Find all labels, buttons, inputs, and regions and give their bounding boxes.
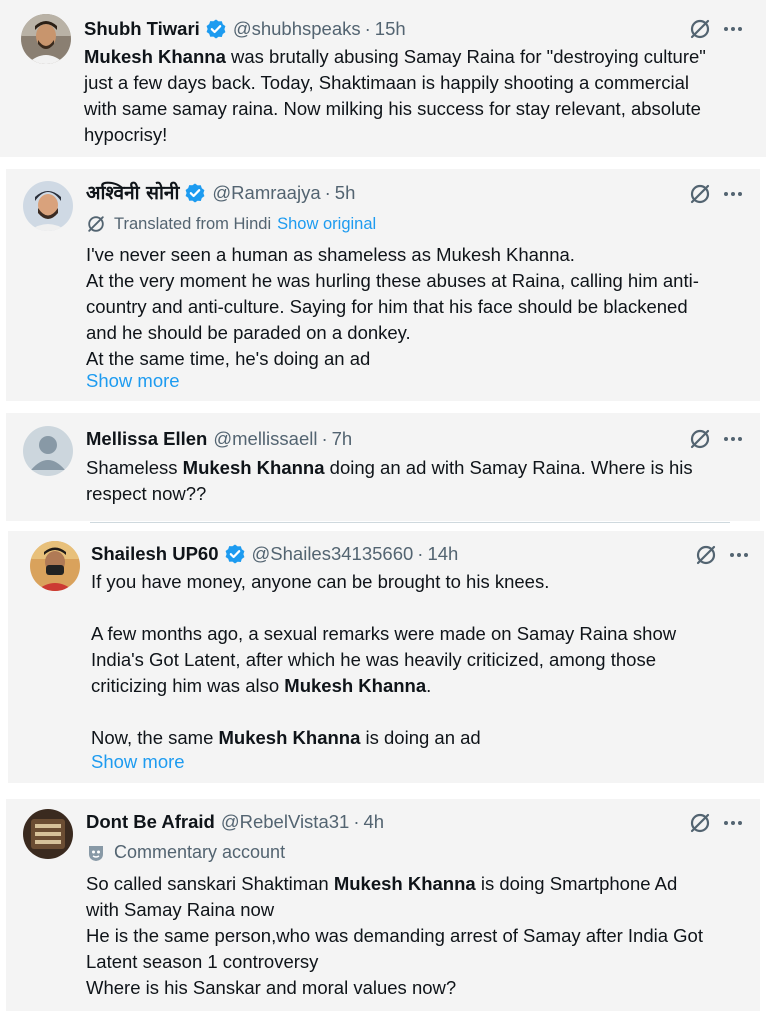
separator: ·	[324, 182, 331, 203]
grok-icon[interactable]	[689, 18, 711, 40]
post-text: I've never seen a human as shameless as …	[86, 244, 699, 369]
highlighted-term: Mukesh Khanna	[218, 727, 361, 748]
timestamp[interactable]: 5h	[335, 181, 356, 205]
more-options-icon[interactable]	[722, 812, 744, 834]
show-more-link[interactable]: Show more	[86, 368, 180, 394]
post-text: If you have money, anyone can be brought…	[91, 571, 677, 748]
avatar[interactable]	[23, 181, 73, 231]
more-options-icon[interactable]	[722, 428, 744, 450]
commentary-label: Commentary account	[114, 842, 286, 862]
author-handle[interactable]: @shubhspeaks	[233, 17, 361, 41]
author-handle[interactable]: @Shailes34135660	[252, 542, 414, 566]
highlighted-term: Mukesh Khanna	[333, 873, 476, 894]
verified-badge-icon	[184, 182, 206, 204]
translate-icon	[86, 214, 106, 234]
author-name[interactable]: Mellissa Ellen	[86, 427, 207, 451]
grok-icon[interactable]	[695, 544, 717, 566]
grok-icon[interactable]	[689, 812, 711, 834]
post-card[interactable]: Mellissa Ellen @mellissaell · 7h Shamele…	[6, 413, 760, 521]
separator: ·	[321, 428, 328, 449]
show-original-link[interactable]: Show original	[277, 215, 376, 234]
more-options-icon[interactable]	[728, 544, 750, 566]
separator: ·	[353, 811, 360, 832]
divider	[90, 522, 730, 523]
avatar[interactable]	[30, 541, 80, 591]
post-text: Shameless Mukesh Khanna doing an ad with…	[86, 457, 693, 504]
commentary-icon	[86, 843, 106, 863]
timestamp[interactable]: 7h	[332, 427, 353, 451]
post-card[interactable]: Shailesh UP60 @Shailes34135660 · 14h If …	[8, 531, 764, 783]
show-more-link[interactable]: Show more	[91, 749, 185, 775]
avatar[interactable]	[21, 14, 71, 64]
timestamp[interactable]: 14h	[427, 542, 458, 566]
post-card[interactable]: अश्विनी सोनी @Ramraajya · 5h Translated …	[6, 169, 760, 401]
post-card[interactable]: Shubh Tiwari @shubhspeaks · 15h Mukesh K…	[0, 0, 766, 157]
grok-icon[interactable]	[689, 428, 711, 450]
avatar[interactable]	[23, 426, 73, 476]
author-handle[interactable]: @Ramraajya	[212, 181, 320, 205]
grok-icon[interactable]	[689, 183, 711, 205]
author-name[interactable]: अश्विनी सोनी	[86, 181, 179, 205]
author-handle[interactable]: @RebelVista31	[221, 810, 350, 834]
highlighted-term: Mukesh Khanna	[284, 675, 427, 696]
separator: ·	[364, 18, 371, 39]
more-options-icon[interactable]	[722, 18, 744, 40]
author-handle[interactable]: @mellissaell	[213, 427, 317, 451]
post-card[interactable]: Dont Be Afraid @RebelVista31 · 4h Commen…	[6, 799, 760, 1011]
translated-label: Translated from Hindi	[114, 214, 272, 233]
highlighted-term: Mukesh Khanna	[84, 46, 226, 67]
author-name[interactable]: Dont Be Afraid	[86, 810, 215, 834]
post-text: Mukesh Khanna was brutally abusing Samay…	[84, 46, 706, 145]
author-name[interactable]: Shubh Tiwari	[84, 17, 200, 41]
highlighted-term: Mukesh Khanna	[182, 457, 325, 478]
verified-badge-icon	[205, 18, 227, 40]
author-name[interactable]: Shailesh UP60	[91, 542, 219, 566]
timestamp[interactable]: 15h	[375, 17, 406, 41]
more-options-icon[interactable]	[722, 183, 744, 205]
post-text: So called sanskari Shaktiman Mukesh Khan…	[86, 873, 703, 998]
verified-badge-icon	[224, 543, 246, 565]
timestamp[interactable]: 4h	[364, 810, 385, 834]
avatar[interactable]	[23, 809, 73, 859]
separator: ·	[417, 543, 424, 564]
